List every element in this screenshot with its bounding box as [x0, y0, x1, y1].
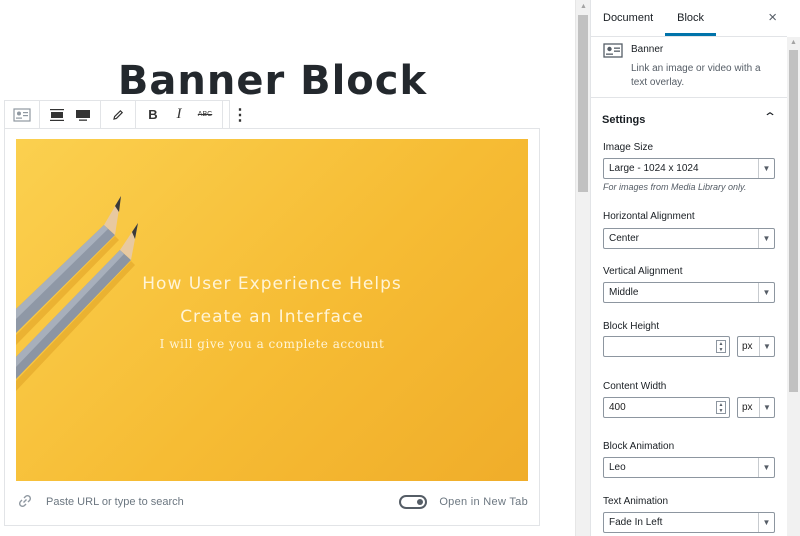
- horizontal-alignment-select[interactable]: Center ▼: [603, 228, 775, 249]
- settings-sidebar: Document Block × Banner Link an image or…: [590, 0, 787, 536]
- block-height-label: Block Height: [603, 321, 660, 332]
- text-animation-value: Fade In Left: [609, 517, 663, 528]
- editor-scrollbar-thumb[interactable]: [578, 15, 588, 192]
- scroll-up-icon[interactable]: ▲: [790, 39, 797, 46]
- pencil-icon[interactable]: [105, 101, 131, 128]
- chevron-down-icon: ▼: [758, 229, 774, 248]
- vertical-alignment-select[interactable]: Middle ▼: [603, 282, 775, 303]
- sidebar-tabs: Document Block ×: [591, 0, 787, 37]
- open-new-tab-toggle[interactable]: [399, 495, 428, 509]
- image-size-select[interactable]: Large - 1024 x 1024 ▼: [603, 158, 775, 179]
- chevron-down-icon: ▼: [758, 458, 774, 477]
- close-icon[interactable]: ×: [768, 9, 777, 26]
- toolbar-group-alignment: [40, 101, 101, 128]
- editor-scrollbar[interactable]: ▲: [575, 0, 590, 536]
- banner-image[interactable]: How User Experience Helps Create an Inte…: [16, 139, 528, 481]
- chevron-up-icon[interactable]: ⌃: [763, 110, 777, 124]
- toolbar-group-edit: [101, 101, 136, 128]
- toolbar-group-more: ⋮: [223, 101, 257, 128]
- number-spinner-icon[interactable]: ▲ ▼: [716, 340, 726, 353]
- banner-block-icon[interactable]: [9, 101, 35, 128]
- chevron-down-icon: ▼: [759, 398, 774, 417]
- link-icon: [16, 494, 34, 511]
- block-animation-label: Block Animation: [603, 441, 675, 452]
- text-animation-label: Text Animation: [603, 496, 669, 507]
- sidebar-scrollbar[interactable]: ▲: [787, 37, 800, 536]
- image-size-value: Large - 1024 x 1024: [609, 163, 699, 174]
- toolbar-group-block-type: [5, 101, 40, 128]
- url-search-input[interactable]: [46, 496, 400, 508]
- content-width-unit: px: [742, 402, 753, 413]
- horizontal-alignment-value: Center: [609, 233, 640, 244]
- image-size-hint: For images from Media Library only.: [603, 182, 747, 192]
- block-height-unit-select[interactable]: px ▼: [737, 336, 775, 357]
- post-title[interactable]: Banner Block: [0, 58, 545, 104]
- scroll-up-icon[interactable]: ▲: [580, 3, 587, 10]
- banner-block[interactable]: How User Experience Helps Create an Inte…: [4, 128, 540, 526]
- chevron-down-icon: ▼: [759, 337, 774, 356]
- align-full-icon[interactable]: [70, 101, 96, 128]
- content-width-label: Content Width: [603, 381, 667, 392]
- block-card-description: Link an image or video with a text overl…: [631, 63, 761, 88]
- image-size-label: Image Size: [603, 142, 654, 153]
- content-width-value: 400: [609, 402, 626, 413]
- tab-document[interactable]: Document: [591, 0, 665, 36]
- editor-canvas: Banner Block B I ABC ⋮ How User Experien…: [0, 0, 575, 536]
- toolbar-group-format: B I ABC: [136, 101, 223, 128]
- chevron-down-icon: ▼: [758, 159, 774, 178]
- block-height-input[interactable]: ▲ ▼: [603, 336, 730, 357]
- url-row: Open in New Tab: [16, 491, 528, 513]
- strikethrough-button[interactable]: ABC: [192, 101, 218, 128]
- content-width-input[interactable]: 400 ▲ ▼: [603, 397, 730, 418]
- chevron-down-icon: ▼: [758, 513, 774, 532]
- banner-subtitle[interactable]: I will give you a complete account: [16, 337, 528, 351]
- sidebar-scrollbar-thumb[interactable]: [789, 50, 798, 392]
- banner-block-icon: [603, 43, 623, 59]
- horizontal-alignment-label: Horizontal Alignment: [603, 211, 695, 222]
- block-height-unit: px: [742, 341, 753, 352]
- block-card: Banner Link an image or video with a tex…: [591, 37, 787, 98]
- chevron-down-icon: ▼: [758, 283, 774, 302]
- content-width-unit-select[interactable]: px ▼: [737, 397, 775, 418]
- block-card-title: Banner: [631, 44, 664, 55]
- block-animation-select[interactable]: Leo ▼: [603, 457, 775, 478]
- text-animation-select[interactable]: Fade In Left ▼: [603, 512, 775, 533]
- vertical-alignment-value: Middle: [609, 287, 639, 298]
- open-new-tab-label: Open in New Tab: [439, 496, 528, 508]
- settings-panel-header[interactable]: Settings ⌃: [591, 100, 787, 137]
- vertical-alignment-label: Vertical Alignment: [603, 266, 683, 277]
- banner-heading-line-2[interactable]: Create an Interface: [16, 307, 528, 327]
- banner-heading-line-1[interactable]: How User Experience Helps: [16, 274, 528, 294]
- italic-button[interactable]: I: [166, 101, 192, 128]
- settings-panel-title: Settings: [602, 114, 646, 126]
- block-animation-value: Leo: [609, 462, 626, 473]
- align-wide-icon[interactable]: [44, 101, 70, 128]
- bold-button[interactable]: B: [140, 101, 166, 128]
- more-options-button[interactable]: ⋮: [227, 101, 253, 128]
- tab-block[interactable]: Block: [665, 0, 717, 36]
- number-spinner-icon[interactable]: ▲ ▼: [716, 401, 726, 414]
- block-toolbar: B I ABC ⋮: [4, 100, 248, 129]
